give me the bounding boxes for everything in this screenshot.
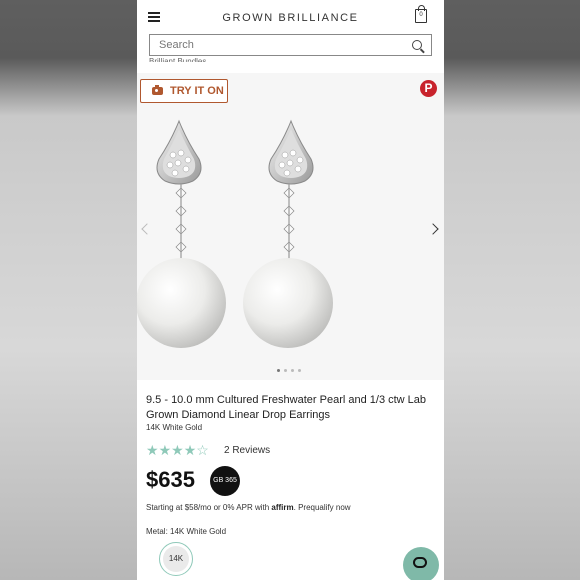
star-filled-icon: ★ [171, 442, 184, 458]
slide-dot[interactable] [284, 369, 287, 372]
affirm-logo: affirm [271, 503, 294, 512]
metal-swatch-label: 14K [163, 546, 189, 572]
pinterest-icon[interactable]: P [420, 80, 437, 97]
star-empty-icon: ☆ [196, 442, 209, 458]
mobile-page: GROWN BRILLIANCE 0 Search Brilliant Bund… [137, 0, 444, 580]
star-filled-icon: ★ [158, 442, 172, 458]
rating-stars[interactable]: ★★★★☆ [146, 442, 209, 459]
slide-indicator[interactable] [277, 369, 301, 372]
metal-swatch-14k[interactable]: 14K [159, 542, 193, 576]
search-input[interactable]: Search [149, 34, 432, 56]
financing-text: Starting at $58/mo or 0% APR with affirm… [146, 503, 351, 512]
cart-icon[interactable]: 0 [415, 5, 427, 23]
star-filled-icon: ★ [146, 442, 159, 458]
top-bar: GROWN BRILLIANCE 0 [137, 0, 444, 34]
left-earring [137, 119, 226, 348]
try-it-on-label: TRY IT ON [170, 85, 224, 97]
product-title: 9.5 - 10.0 mm Cultured Freshwater Pearl … [146, 394, 427, 421]
metal-label: Metal: 14K White Gold [146, 527, 227, 536]
slide-dot[interactable] [298, 369, 301, 372]
product-price: $635 [146, 467, 195, 492]
star-filled-icon: ★ [183, 442, 197, 458]
product-gallery[interactable]: TRY IT ON P [137, 73, 444, 380]
gb365-badge: GB 365 [210, 466, 240, 496]
slide-dot[interactable] [291, 369, 294, 372]
financing-prefix: Starting at $58/mo or 0% APR with [146, 503, 272, 512]
slide-dot[interactable] [277, 369, 280, 372]
background-blur-left [0, 0, 137, 580]
chat-icon [413, 557, 427, 568]
earrings-image [137, 119, 333, 348]
cut-off-nav-text: Brilliant Bundles [149, 57, 207, 62]
cart-count: 0 [419, 12, 423, 18]
brand-logo[interactable]: GROWN BRILLIANCE [137, 12, 444, 24]
prequalify-link[interactable]: . Prequalify now [294, 503, 351, 512]
product-metal-subtitle: 14K White Gold [146, 423, 203, 432]
chat-button[interactable] [403, 547, 439, 580]
right-earring [243, 119, 333, 348]
background-blur-right [444, 0, 580, 580]
search-icon[interactable] [412, 40, 422, 50]
camera-icon [152, 85, 163, 95]
reviews-link[interactable]: 2 Reviews [224, 445, 270, 456]
search-placeholder: Search [159, 39, 194, 51]
try-it-on-button[interactable]: TRY IT ON [140, 79, 228, 103]
